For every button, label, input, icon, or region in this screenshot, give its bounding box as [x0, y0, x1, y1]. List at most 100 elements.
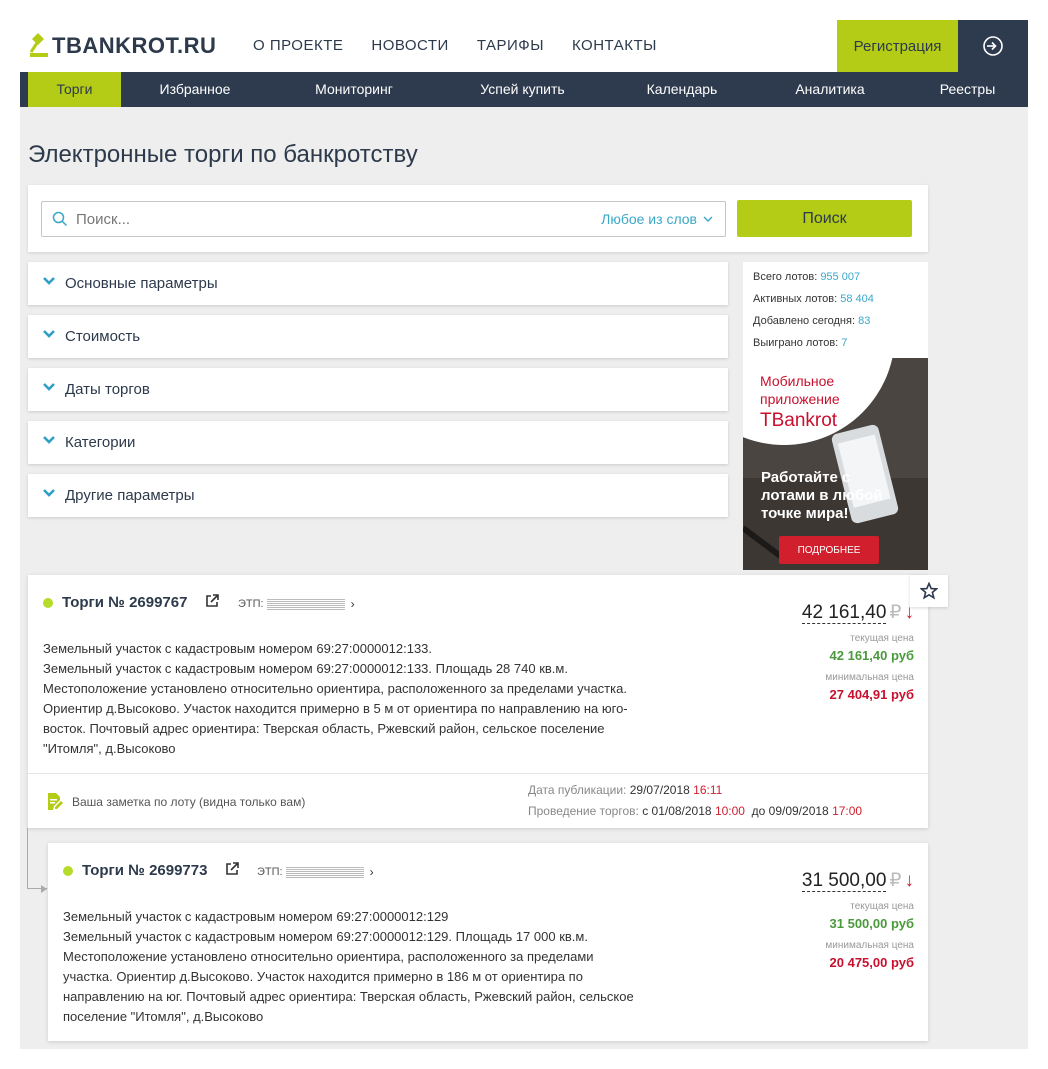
date-value: с 01/08/2018 [642, 804, 712, 818]
tab-favorites[interactable]: Избранное [140, 72, 250, 107]
nav-contacts[interactable]: КОНТАКТЫ [572, 37, 657, 54]
lot-description: Земельный участок с кадастровым номером … [63, 907, 723, 1027]
filter-main-params[interactable]: Основные параметры [28, 262, 728, 305]
stat-total: Всего лотов: 955 007 [753, 271, 860, 283]
chevron-right-icon: › [369, 865, 374, 879]
stat-label: Выиграно лотов: [753, 337, 839, 349]
lot-description: Земельный участок с кадастровым номером … [43, 639, 703, 759]
filter-label: Даты торгов [65, 381, 150, 398]
price-block: 31 500,00 ₽ ↓ текущая цена 31 500,00 руб м… [801, 869, 914, 970]
stat-value: 83 [858, 315, 871, 327]
time-value: 16:11 [693, 783, 723, 797]
lot-note[interactable]: Ваша заметка по лоту (видна только вам) [46, 792, 305, 812]
search-input[interactable] [76, 208, 576, 230]
desc-line: Земельный участок с кадастровым номером … [43, 641, 433, 656]
min-price: 27 404,91 руб [829, 687, 914, 702]
price-block: 42 161,40 ₽ ↓ текущая цена 42 161,40 руб м… [801, 601, 914, 702]
filter-cost[interactable]: Стоимость [28, 315, 728, 358]
tab-calendar[interactable]: Календарь [632, 72, 732, 107]
filter-label: Стоимость [65, 328, 141, 345]
banner-brand: TBankrot [760, 410, 838, 431]
search-mode-label: Любое из слов [601, 211, 697, 227]
star-icon [920, 582, 938, 600]
stat-label: Всего лотов: [753, 271, 818, 283]
external-link-icon[interactable] [224, 861, 240, 877]
current-price-label: текущая цена [850, 633, 914, 644]
mobile-app-banner[interactable]: Мобильное приложение TBankrot Работайте с… [743, 358, 928, 570]
slogan-line: Работайте с [761, 469, 851, 486]
nav-news[interactable]: НОВОСТИ [371, 37, 448, 54]
tab-analytics[interactable]: Аналитика [780, 72, 880, 107]
favorite-button[interactable] [910, 575, 948, 607]
login-button[interactable] [958, 20, 1028, 72]
top-header: TBANKROT.RU О ПРОЕКТЕ НОВОСТИ ТАРИФЫ КОН… [20, 20, 1028, 72]
banner-heading: Мобильное приложение [760, 372, 840, 408]
filter-label: Другие параметры [65, 487, 195, 504]
tab-monitoring[interactable]: Мониторинг [295, 72, 413, 107]
chevron-right-icon: › [350, 597, 355, 611]
date-label: Дата публикации: [528, 783, 627, 797]
lot-title[interactable]: Торги № 2699767 [62, 594, 187, 611]
current-price-main[interactable]: 31 500,00 ₽ ↓ [801, 869, 914, 892]
nav-about[interactable]: О ПРОЕКТЕ [253, 37, 343, 54]
etp-link[interactable]: ЭТП: › [238, 597, 355, 611]
desc-line: Местоположение установлено относительно … [43, 681, 627, 696]
search-mode-select[interactable]: Любое из слов [601, 211, 713, 227]
desc-line: Земельный участок с кадастровым номером … [63, 909, 449, 924]
current-price: 42 161,40 руб [829, 648, 914, 663]
publication-date: Дата публикации: 29/07/2018 16:11 [528, 783, 722, 797]
search-box[interactable]: Любое из слов [41, 201, 726, 237]
stat-value: 7 [841, 337, 848, 349]
tab-hurry-buy[interactable]: Успей купить [460, 72, 585, 107]
chevron-down-icon [43, 330, 55, 338]
stat-won: Выиграно лотов: 7 [753, 337, 847, 349]
current-price-label: текущая цена [850, 901, 914, 912]
desc-line: Местоположение установлено относительно … [63, 949, 594, 964]
chevron-down-icon [703, 216, 713, 222]
etp-label: ЭТП: [257, 866, 283, 878]
date-value: 29/07/2018 [629, 783, 690, 797]
chevron-down-icon [43, 436, 55, 444]
logo-text: TBANKROT.RU [52, 33, 217, 58]
ruble-icon: ₽ [889, 602, 902, 623]
lot-title[interactable]: Торги № 2699773 [82, 862, 207, 879]
nav-tariffs[interactable]: ТАРИФЫ [477, 37, 544, 54]
chevron-down-icon [43, 277, 55, 285]
etp-name-redacted [266, 598, 345, 610]
etp-link[interactable]: ЭТП: › [257, 865, 374, 879]
lot-stats: Всего лотов: 955 007 Активных лотов: 58 … [743, 262, 928, 358]
stat-active: Активных лотов: 58 404 [753, 293, 874, 305]
lot-card: Торги № 2699773 ЭТП: › Земельный участок… [48, 843, 928, 1041]
register-button[interactable]: Регистрация [837, 20, 958, 72]
status-dot [63, 866, 73, 876]
stat-value: 58 404 [840, 293, 874, 305]
chevron-down-icon [43, 383, 55, 391]
desc-line: восток. Почтовый адрес ориентира: Тверск… [43, 721, 605, 736]
note-edit-icon [48, 793, 63, 810]
gavel-logo-icon [29, 33, 48, 57]
etp-label: ЭТП: [238, 598, 264, 610]
min-price-label: минимальная цена [825, 672, 914, 683]
search-button[interactable]: Поиск [737, 200, 912, 237]
tab-registries[interactable]: Реестры [925, 72, 1010, 107]
external-link-icon[interactable] [204, 593, 220, 609]
page-title: Электронные торги по банкротству [28, 141, 418, 168]
filter-categories[interactable]: Категории [28, 421, 728, 464]
filter-other-params[interactable]: Другие параметры [28, 474, 728, 517]
status-dot [43, 598, 53, 608]
desc-line: Земельный участок с кадастровым номером … [63, 929, 588, 944]
logo[interactable]: TBANKROT.RU [28, 32, 216, 60]
desc-line: поселение "Итомля", д.Высоково [63, 1009, 264, 1024]
current-price-main[interactable]: 42 161,40 ₽ ↓ [801, 601, 914, 624]
etp-name-redacted [285, 866, 364, 878]
banner-more-button[interactable]: ПОДРОБНЕЕ [779, 536, 879, 564]
filter-auction-dates[interactable]: Даты торгов [28, 368, 728, 411]
tab-auctions[interactable]: Торги [28, 72, 121, 107]
related-lot-connector [27, 828, 47, 889]
search-panel: Любое из слов Поиск [28, 185, 928, 252]
top-nav: О ПРОЕКТЕ НОВОСТИ ТАРИФЫ КОНТАКТЫ [253, 37, 657, 54]
min-price: 20 475,00 руб [829, 955, 914, 970]
filter-label: Основные параметры [65, 275, 218, 292]
chevron-down-icon [43, 489, 55, 497]
stat-label: Активных лотов: [753, 293, 838, 305]
